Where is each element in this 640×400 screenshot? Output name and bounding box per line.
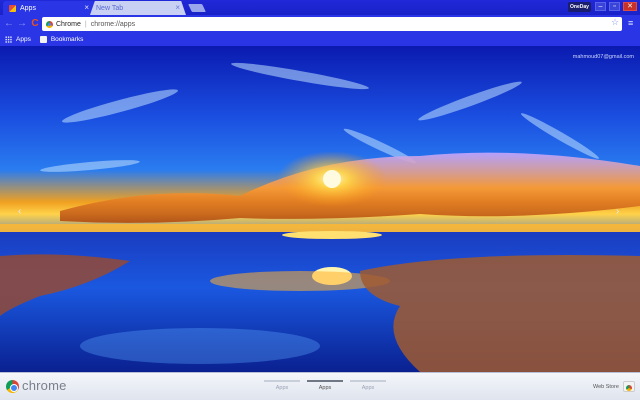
chrome-page-icon xyxy=(46,20,53,28)
address-bar[interactable]: Chrome | chrome://apps xyxy=(42,17,622,31)
tab-title: Apps xyxy=(20,4,36,12)
site-label: Chrome xyxy=(56,20,81,28)
tab-title: New Tab xyxy=(96,4,124,12)
web-store-icon[interactable] xyxy=(623,381,635,392)
minimize-button[interactable]: – xyxy=(595,2,606,11)
tab-strip: Apps × New Tab × OneDay – ▫ ✕ xyxy=(0,0,640,15)
next-page-arrow-icon[interactable]: › xyxy=(616,206,619,217)
sunset-wallpaper xyxy=(0,46,640,372)
toolbar: ← → C Chrome | chrome://apps ☆ ≡ xyxy=(0,15,640,33)
page-tab-1[interactable]: Apps xyxy=(264,380,300,391)
apps-grid-icon xyxy=(5,36,12,43)
bookmark-star-icon[interactable]: ☆ xyxy=(611,17,619,28)
url-text[interactable]: chrome://apps xyxy=(91,21,135,28)
bookmark-bookmarks[interactable]: Bookmarks xyxy=(39,36,84,43)
folder-icon xyxy=(39,36,47,43)
forward-button[interactable]: → xyxy=(16,18,28,30)
reload-button[interactable]: C xyxy=(29,18,41,30)
profile-button[interactable]: OneDay xyxy=(568,2,591,12)
new-tab-button[interactable] xyxy=(188,4,206,12)
account-email[interactable]: mahmoud07@gmail.com xyxy=(573,54,634,60)
tab-new-tab[interactable]: New Tab × xyxy=(90,1,186,15)
bookmark-apps[interactable]: Apps xyxy=(5,36,31,43)
web-store-link[interactable]: Web Store xyxy=(593,384,619,390)
apps-launcher-bar: chrome Apps Apps Apps Web Store xyxy=(0,372,640,400)
close-tab-icon[interactable]: × xyxy=(84,4,89,12)
apps-favicon-icon xyxy=(9,4,16,12)
close-tab-icon[interactable]: × xyxy=(175,4,180,12)
bookmarks-bar: Apps Bookmarks xyxy=(0,33,640,46)
chrome-logo-icon xyxy=(6,380,19,393)
back-button[interactable]: ← xyxy=(3,18,15,30)
maximize-button[interactable]: ▫ xyxy=(609,2,620,11)
menu-icon[interactable]: ≡ xyxy=(628,18,633,28)
bookmark-label: Apps xyxy=(16,36,31,43)
bookmark-label: Bookmarks xyxy=(50,36,84,43)
page-tab-2[interactable]: Apps xyxy=(307,380,343,391)
url-separator: | xyxy=(84,20,87,28)
apps-page: mahmoud07@gmail.com ‹ › xyxy=(0,46,640,372)
chrome-wordmark: chrome xyxy=(22,378,67,393)
previous-page-arrow-icon[interactable]: ‹ xyxy=(18,206,21,217)
close-window-button[interactable]: ✕ xyxy=(623,2,637,11)
tab-apps[interactable]: Apps × xyxy=(3,1,95,15)
page-tab-3[interactable]: Apps xyxy=(350,380,386,391)
